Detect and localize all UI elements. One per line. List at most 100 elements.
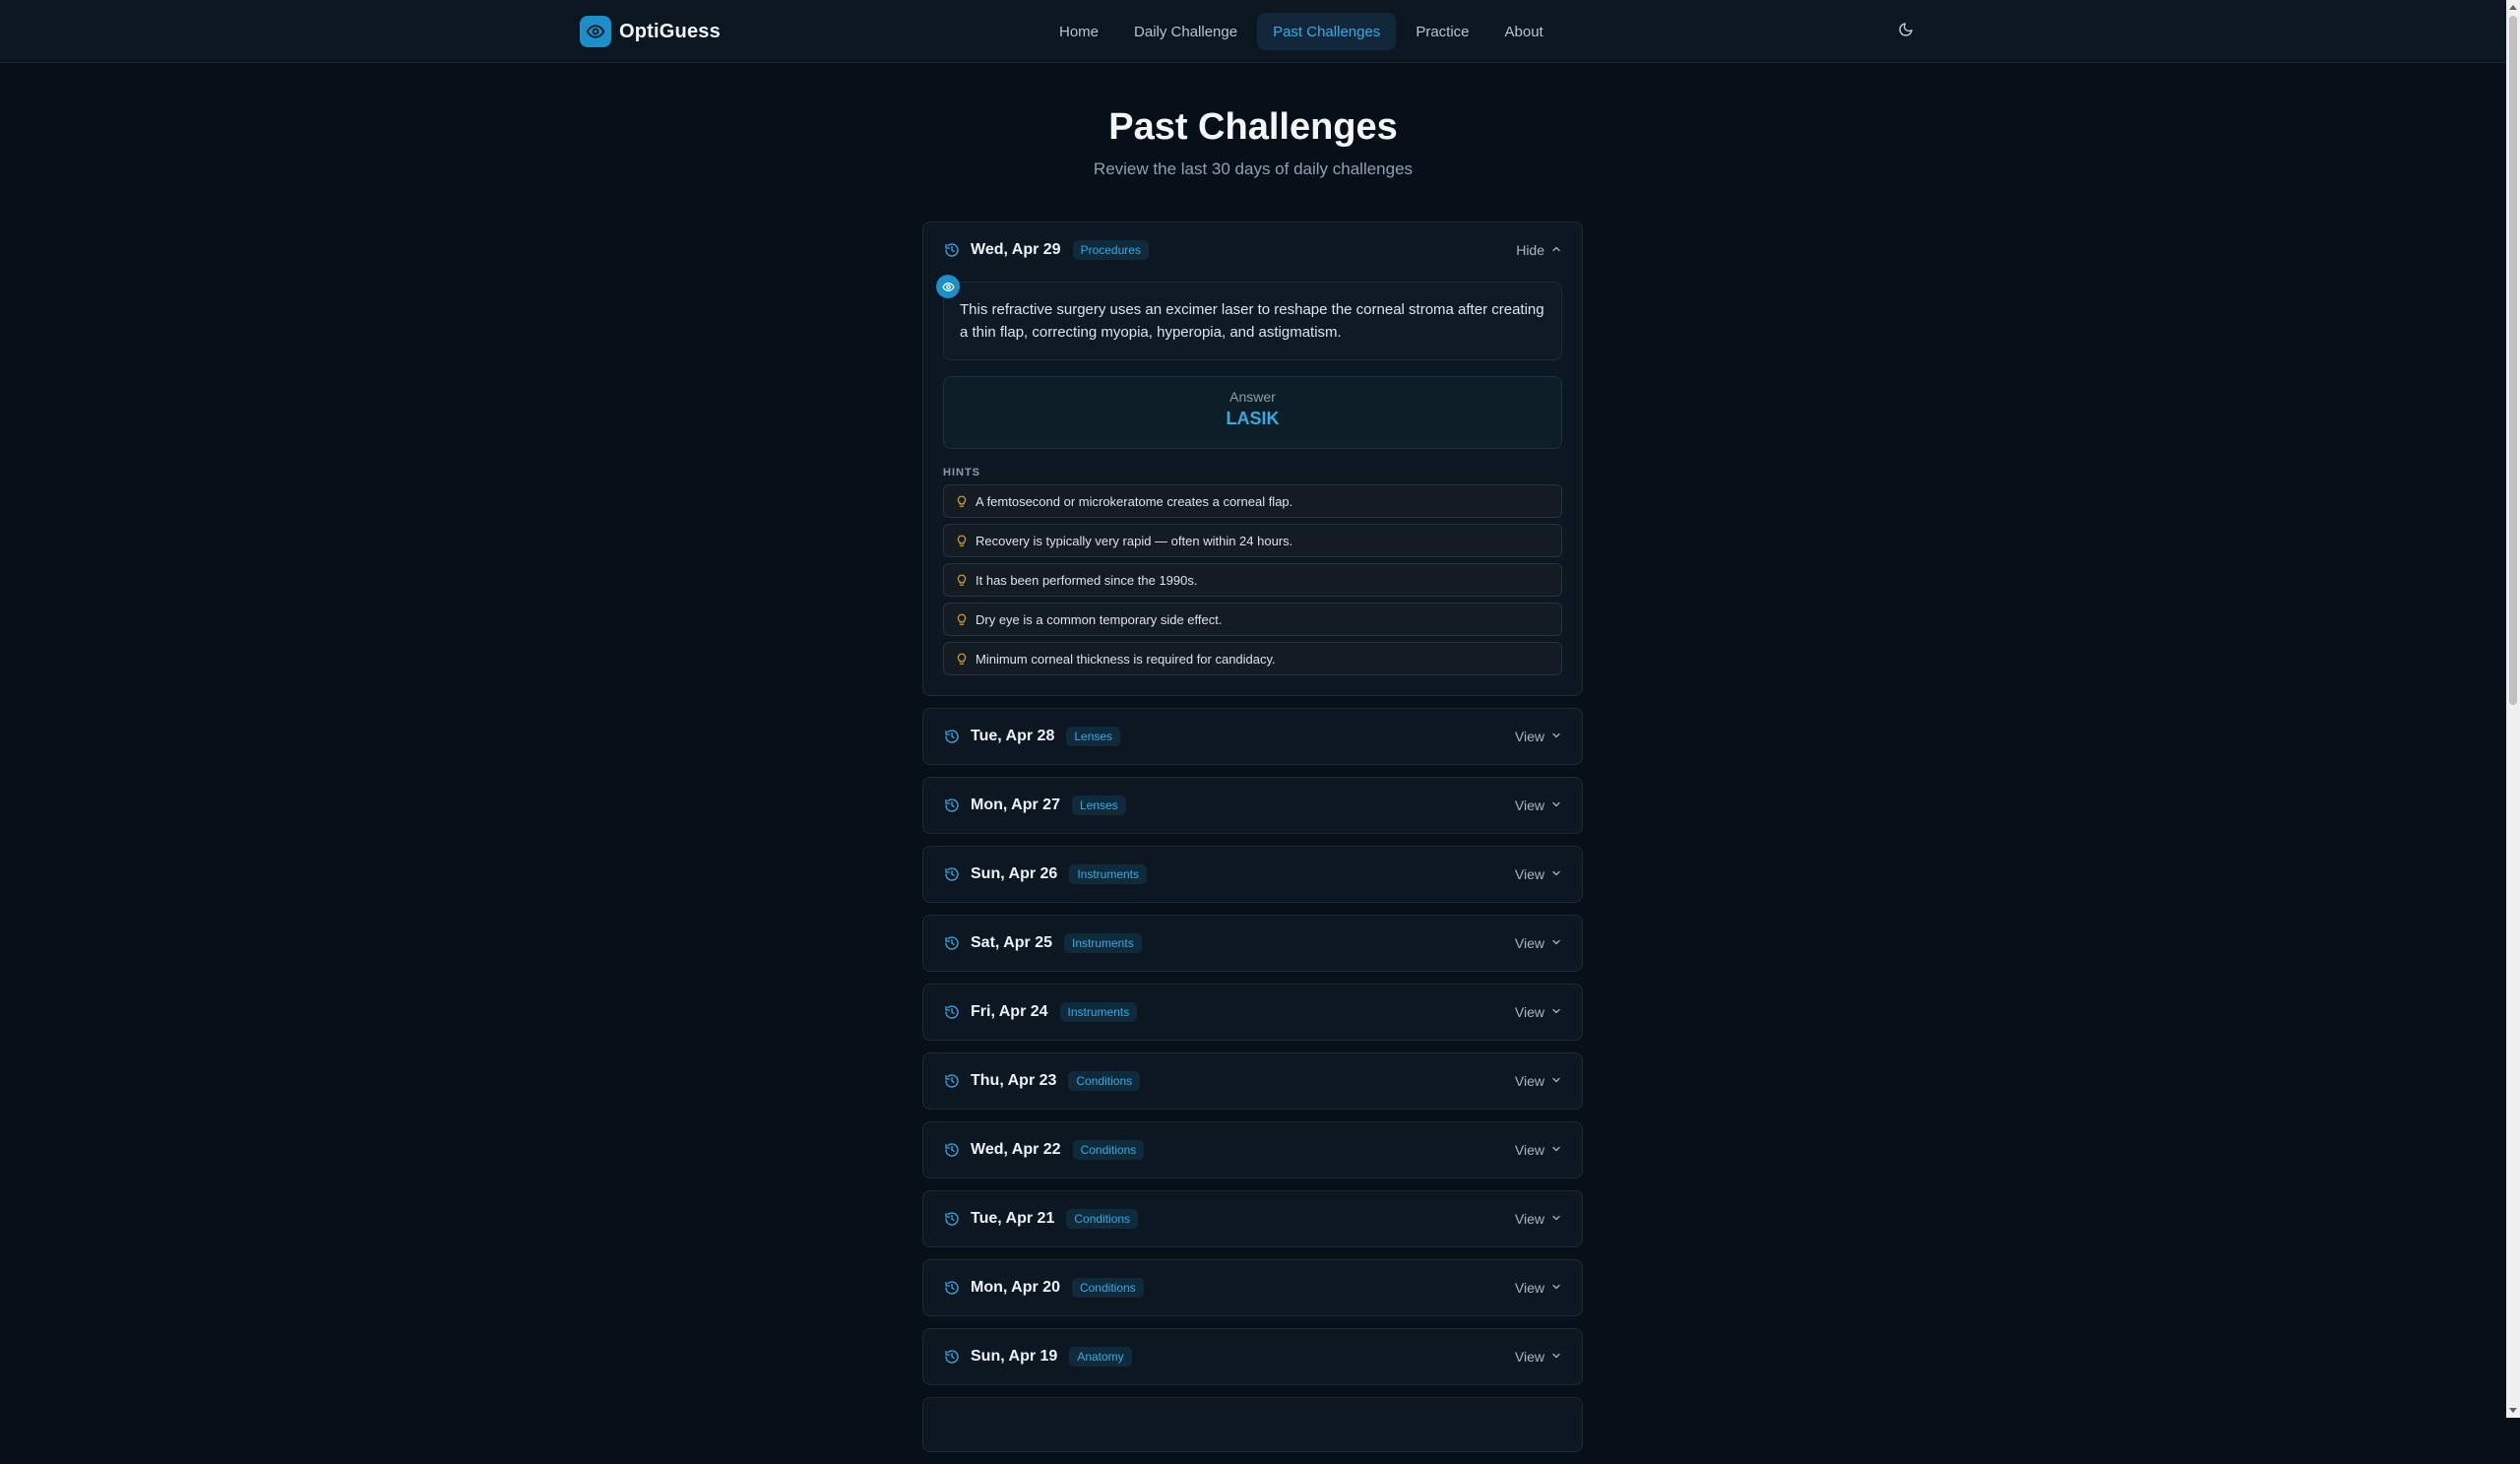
challenge-card-header[interactable]: Sun, Apr 26 Instruments View	[923, 847, 1582, 902]
challenge-card-expanded: Wed, Apr 29 Procedures Hide This refract…	[922, 222, 1583, 696]
view-toggle[interactable]: View	[1515, 1142, 1562, 1158]
category-badge: Conditions	[1072, 1140, 1145, 1160]
nav-daily-challenge[interactable]: Daily Challenge	[1118, 13, 1253, 50]
challenge-date: Wed, Apr 22	[971, 1141, 1061, 1158]
app-name: OptiGuess	[619, 20, 721, 42]
view-toggle[interactable]: View	[1515, 729, 1562, 744]
nav-home[interactable]: Home	[1043, 13, 1114, 50]
scroll-down-arrow-icon[interactable]	[2509, 1408, 2517, 1413]
page-scrollbar[interactable]	[2506, 0, 2520, 1418]
challenge-card-header[interactable]: Fri, Apr 24 Instruments View	[923, 985, 1582, 1040]
hint-item: Recovery is typically very rapid — often…	[943, 524, 1562, 557]
view-toggle[interactable]: View	[1515, 1349, 1562, 1365]
history-icon	[943, 1348, 961, 1366]
app-logo[interactable]: OptiGuess	[580, 16, 721, 47]
challenge-card[interactable]: Fri, Apr 24 Instruments View	[922, 984, 1583, 1041]
challenge-card-header[interactable]: Wed, Apr 29 Procedures Hide	[923, 223, 1582, 278]
top-nav-bar: OptiGuess Home Daily Challenge Past Chal…	[0, 0, 2506, 63]
view-toggle[interactable]: View	[1515, 1211, 1562, 1227]
scrollbar-thumb[interactable]	[2509, 16, 2517, 705]
challenge-card[interactable]: Thu, Apr 23 Conditions View	[922, 1052, 1583, 1110]
challenge-date: Wed, Apr 29	[971, 241, 1061, 258]
challenge-card[interactable]: Sat, Apr 25 Instruments View	[922, 915, 1583, 972]
view-toggle[interactable]: View	[1515, 1004, 1562, 1020]
hint-text: It has been performed since the 1990s.	[976, 572, 1198, 588]
challenge-date: Mon, Apr 20	[971, 1279, 1060, 1296]
category-badge: Instruments	[1059, 1002, 1138, 1022]
challenge-card[interactable]: Mon, Apr 27 Lenses View	[922, 777, 1583, 834]
challenge-card-header[interactable]: Sun, Apr 19 Anatomy View	[923, 1329, 1582, 1384]
challenge-card[interactable]: Mon, Apr 20 Conditions View	[922, 1259, 1583, 1316]
view-toggle[interactable]: View	[1515, 1073, 1562, 1089]
history-icon	[943, 1279, 961, 1297]
hint-item: It has been performed since the 1990s.	[943, 563, 1562, 597]
view-toggle[interactable]: View	[1515, 1280, 1562, 1296]
category-badge: Instruments	[1069, 864, 1148, 884]
lightbulb-icon	[956, 573, 968, 587]
challenge-card-header[interactable]: Thu, Apr 23 Conditions View	[923, 1053, 1582, 1109]
challenge-date: Sun, Apr 19	[971, 1348, 1058, 1365]
history-icon	[943, 1003, 961, 1021]
chevron-down-icon	[1550, 729, 1562, 744]
challenge-card[interactable]: Sun, Apr 19 Anatomy View	[922, 1328, 1583, 1385]
nav-practice[interactable]: Practice	[1400, 13, 1484, 50]
answer-label: Answer	[1229, 389, 1276, 405]
eye-icon	[936, 275, 960, 298]
category-badge: Procedures	[1072, 240, 1149, 260]
view-toggle[interactable]: View	[1515, 866, 1562, 882]
toggle-label: View	[1514, 866, 1544, 882]
lightbulb-icon	[956, 652, 968, 666]
challenge-card[interactable]: Sun, Apr 26 Instruments View	[922, 846, 1583, 903]
challenge-card-header[interactable]: Mon, Apr 27 Lenses View	[923, 778, 1582, 833]
view-toggle[interactable]: View	[1515, 935, 1562, 951]
history-icon	[943, 728, 961, 745]
challenge-card-header[interactable]: Sat, Apr 25 Instruments View	[923, 916, 1582, 971]
chevron-down-icon	[1550, 1004, 1562, 1020]
hint-text: Recovery is typically very rapid — often…	[976, 533, 1293, 548]
chevron-down-icon	[1550, 1073, 1562, 1089]
toggle-label: View	[1514, 1142, 1544, 1158]
nav-past-challenges[interactable]: Past Challenges	[1257, 13, 1397, 50]
category-badge: Conditions	[1068, 1071, 1141, 1091]
moon-icon	[1898, 22, 1914, 42]
challenge-date: Tue, Apr 28	[971, 728, 1055, 744]
toggle-label: Hide	[1516, 242, 1544, 258]
view-toggle[interactable]: View	[1515, 797, 1562, 813]
history-icon	[943, 1072, 961, 1090]
toggle-label: View	[1514, 935, 1544, 951]
nav-about[interactable]: About	[1489, 13, 1559, 50]
challenge-card-header[interactable]: Wed, Apr 22 Conditions View	[923, 1122, 1582, 1178]
challenge-card-header[interactable]: Tue, Apr 28 Lenses View	[923, 709, 1582, 764]
challenge-card-header[interactable]: Mon, Apr 20 Conditions View	[923, 1260, 1582, 1315]
category-badge: Anatomy	[1069, 1347, 1132, 1367]
page-subtitle: Review the last 30 days of daily challen…	[1093, 159, 1414, 178]
challenge-list: Wed, Apr 29 Procedures Hide This refract…	[922, 222, 1583, 1464]
question-box: This refractive surgery uses an excimer …	[936, 275, 1562, 360]
collapsed-challenge-list: Tue, Apr 28 Lenses View Mon, Apr 27 Lenses Vi…	[922, 708, 1583, 1385]
toggle-label: View	[1514, 1280, 1544, 1296]
lightbulb-icon	[956, 612, 968, 626]
chevron-down-icon	[1550, 935, 1562, 951]
chevron-down-icon	[1550, 1349, 1562, 1365]
challenge-card-header[interactable]: Tue, Apr 21 Conditions View	[923, 1191, 1582, 1246]
challenge-card[interactable]: Tue, Apr 28 Lenses View	[922, 708, 1583, 765]
history-icon	[943, 1210, 961, 1228]
category-badge: Conditions	[1071, 1278, 1144, 1298]
hint-text: Minimum corneal thickness is required fo…	[976, 651, 1276, 667]
hide-toggle[interactable]: Hide	[1516, 242, 1562, 258]
challenge-card-partial[interactable]	[922, 1397, 1583, 1452]
chevron-down-icon	[1550, 1142, 1562, 1158]
chevron-down-icon	[1550, 1211, 1562, 1227]
theme-toggle-button[interactable]	[1890, 16, 1922, 47]
challenge-card[interactable]: Wed, Apr 22 Conditions View	[922, 1121, 1583, 1178]
scroll-up-arrow-icon[interactable]	[2509, 5, 2517, 10]
lightbulb-icon	[956, 534, 968, 547]
history-icon	[943, 1141, 961, 1159]
toggle-label: View	[1514, 1211, 1544, 1227]
question-text: This refractive surgery uses an excimer …	[960, 301, 1544, 341]
challenge-card[interactable]: Tue, Apr 21 Conditions View	[922, 1190, 1583, 1247]
chevron-down-icon	[1550, 866, 1562, 882]
answer-box: Answer LASIK	[943, 376, 1562, 449]
lightbulb-icon	[956, 494, 968, 508]
history-icon	[943, 241, 961, 259]
